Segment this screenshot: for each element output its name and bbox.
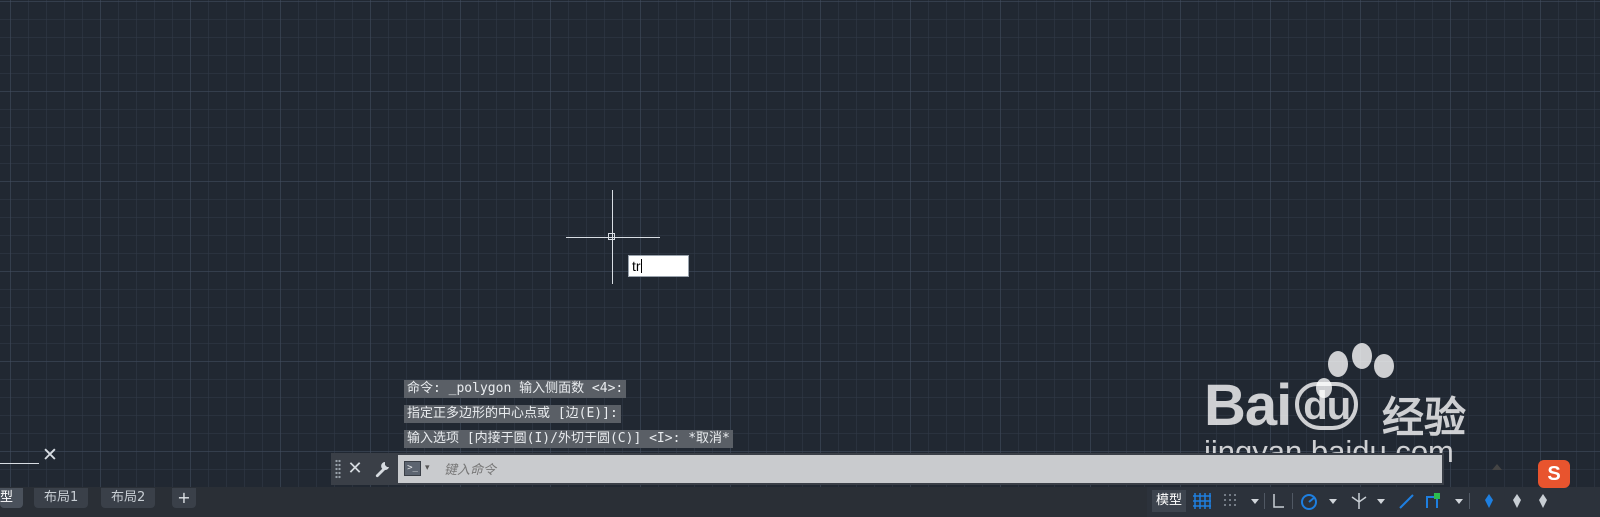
ime-badge-icon[interactable]: S xyxy=(1538,460,1570,488)
add-layout-button[interactable]: + xyxy=(172,488,196,508)
ucs-x-marker-icon: ✕ xyxy=(42,445,58,466)
divider xyxy=(1292,493,1293,509)
dynamic-input-text: tr xyxy=(632,258,641,274)
command-line-bar: ✕ >_ ▾ xyxy=(331,453,1502,485)
divider xyxy=(1264,493,1265,509)
grid-display-icon[interactable] xyxy=(1192,491,1212,511)
text-caret xyxy=(640,259,642,273)
tab-layout1[interactable]: 布局1 xyxy=(34,488,89,508)
auto-scale-icon[interactable] xyxy=(1533,491,1553,511)
command-history-line: 指定正多边形的中心点或 [边(E)]: xyxy=(404,405,621,423)
tab-layout2[interactable]: 布局2 xyxy=(101,488,156,508)
chevron-down-icon[interactable]: ▾ xyxy=(425,461,430,476)
chevron-up-icon[interactable] xyxy=(1492,464,1502,470)
isometric-drafting-icon[interactable] xyxy=(1349,491,1369,511)
chevron-down-icon[interactable] xyxy=(1251,499,1259,504)
baidu-logo-text: Bai du xyxy=(1204,372,1359,439)
annotation-scale-icon[interactable] xyxy=(1479,491,1499,511)
dynamic-input-tooltip[interactable]: tr xyxy=(628,255,689,277)
drawing-canvas[interactable]: tr 命令: _polygon 输入侧面数 <4>: 指定正多边形的中心点或 [… xyxy=(0,0,1600,494)
command-input-container[interactable]: >_ ▾ xyxy=(398,455,1502,483)
ucs-axis-line xyxy=(0,463,39,464)
chevron-down-icon[interactable] xyxy=(1455,499,1463,504)
command-history-line: 命令: _polygon 输入侧面数 <4>: xyxy=(404,380,627,398)
status-bar: 模型 xyxy=(1147,487,1600,517)
annotation-visibility-icon[interactable] xyxy=(1507,491,1527,511)
snap-mode-icon[interactable] xyxy=(1221,491,1241,511)
object-snap-icon[interactable] xyxy=(1423,491,1443,511)
command-input[interactable] xyxy=(442,459,1346,481)
divider xyxy=(1469,493,1470,509)
polar-tracking-icon[interactable] xyxy=(1299,491,1319,511)
command-history-line: 输入选项 [内接于圆(I)/外切于圆(C)] <I>: *取消* xyxy=(404,430,733,448)
tab-model[interactable]: 型 xyxy=(0,488,24,508)
drag-handle-icon[interactable] xyxy=(335,459,341,479)
crosshair-pickbox xyxy=(608,233,615,240)
chevron-down-icon[interactable] xyxy=(1329,499,1337,504)
command-prompt-icon[interactable]: >_ xyxy=(404,461,421,476)
chevron-down-icon[interactable] xyxy=(1377,499,1385,504)
ortho-mode-icon[interactable] xyxy=(1269,491,1289,511)
close-icon[interactable]: ✕ xyxy=(345,457,365,481)
wrench-icon[interactable] xyxy=(371,459,393,479)
object-snap-tracking-icon[interactable] xyxy=(1397,491,1417,511)
model-space-button[interactable]: 模型 xyxy=(1152,490,1187,512)
